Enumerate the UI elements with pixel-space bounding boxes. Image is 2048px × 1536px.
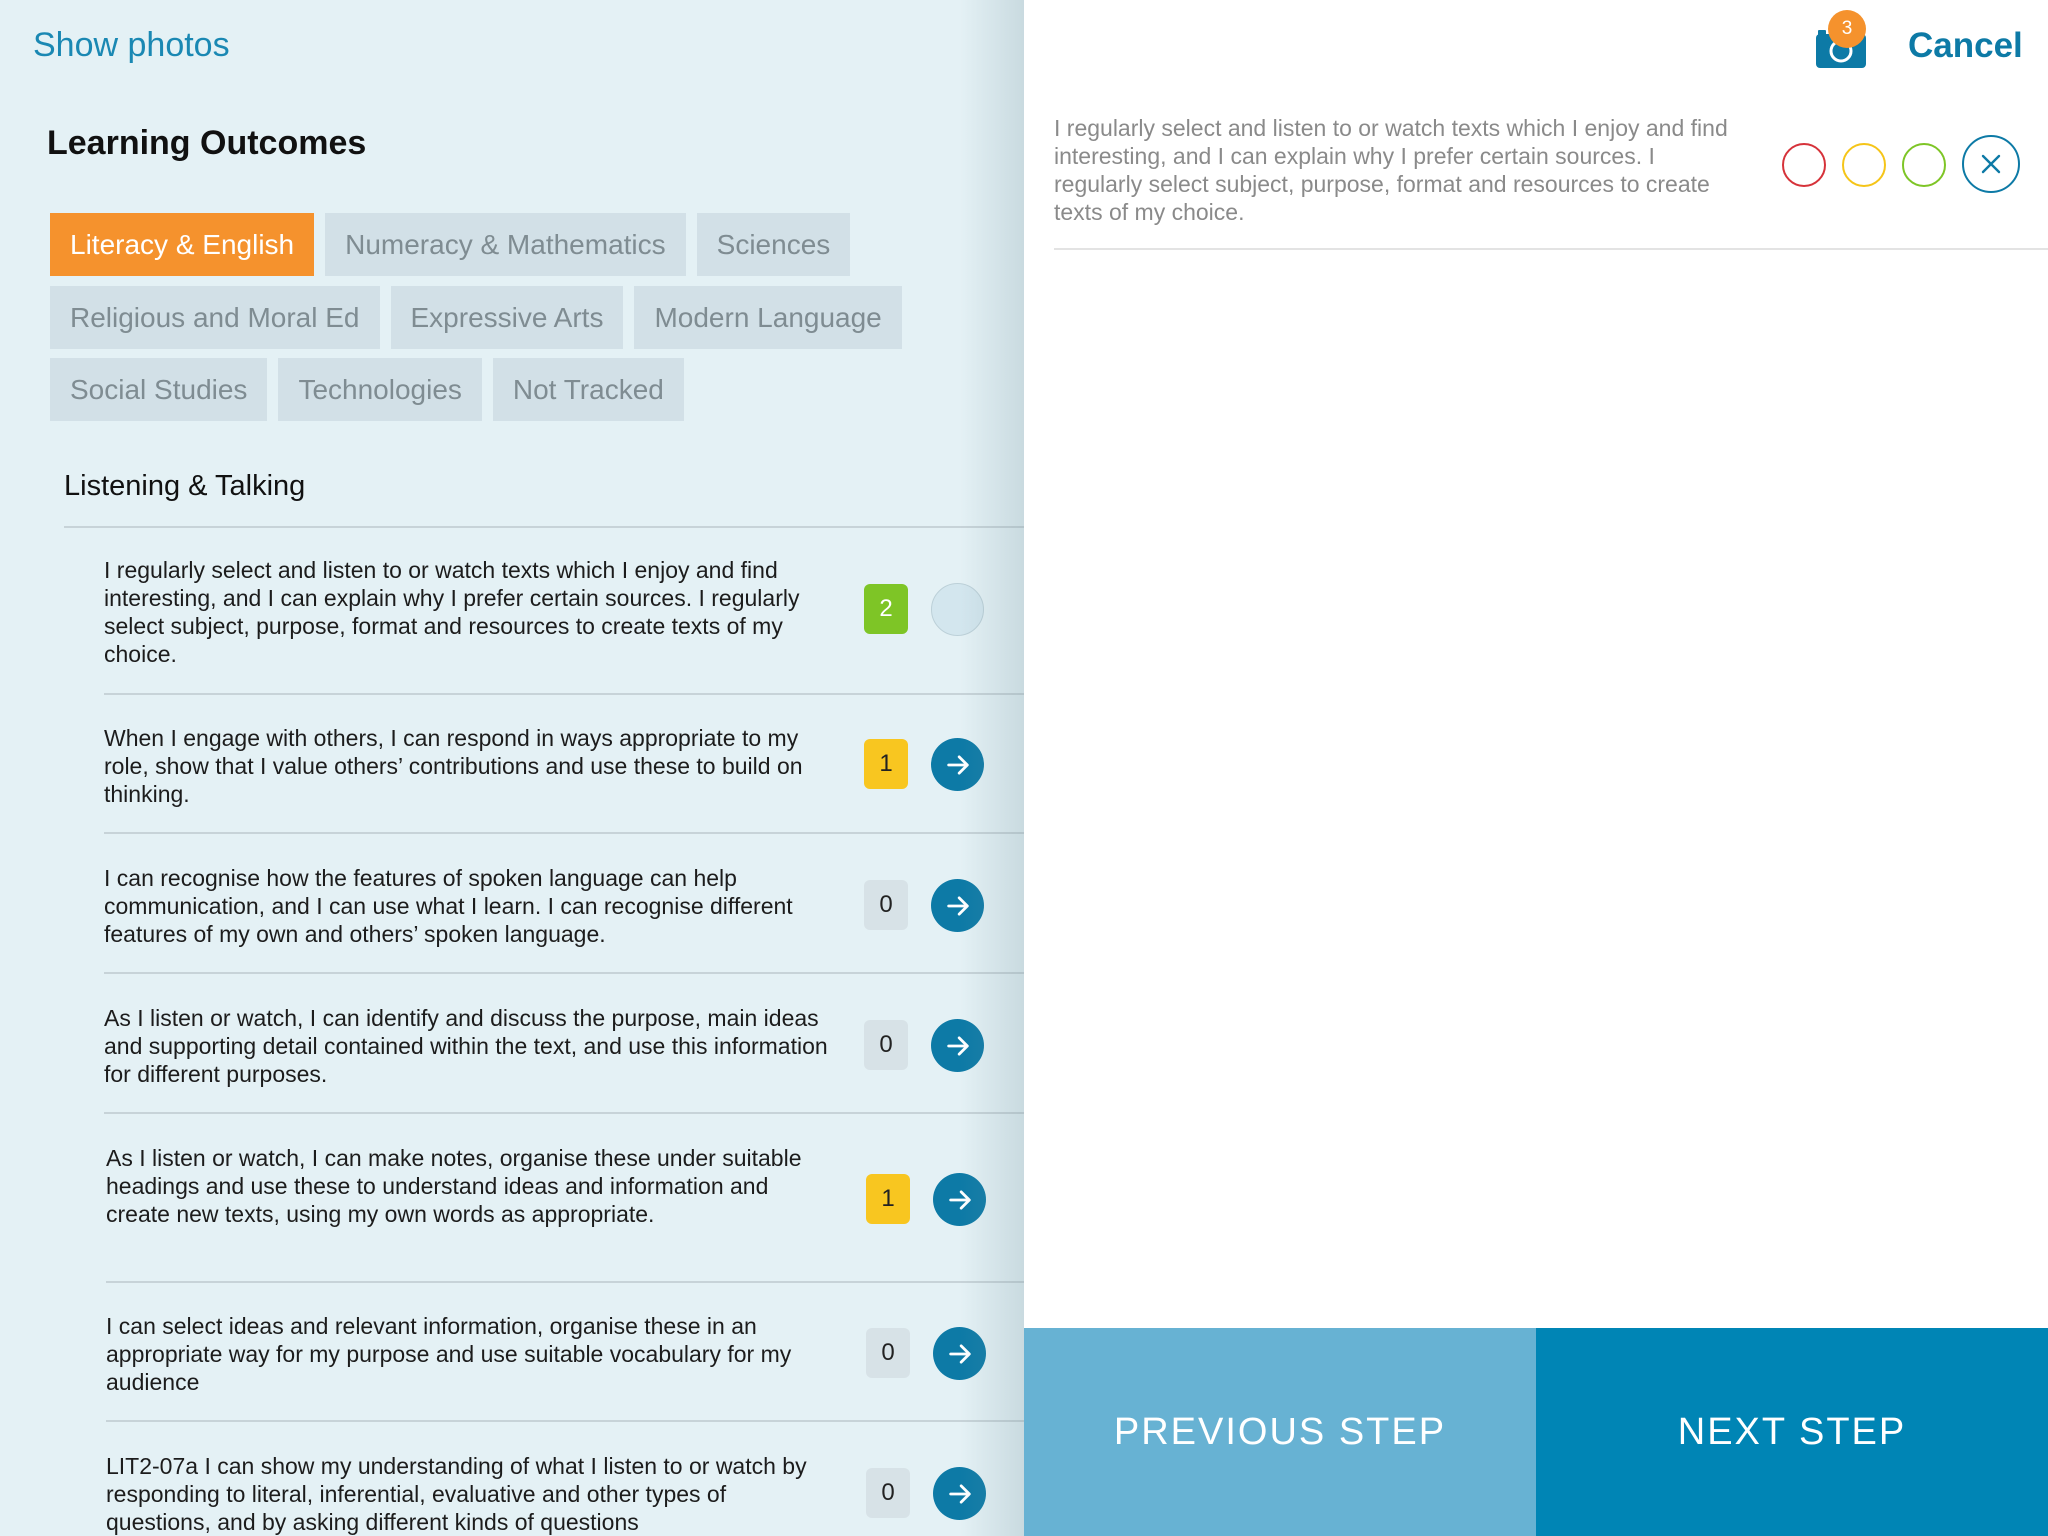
outcome-count-badge: 2 (864, 584, 908, 634)
rating-red-button[interactable] (1782, 143, 1826, 187)
arrow-right-icon[interactable] (933, 1467, 986, 1520)
outcome-count-badge: 0 (866, 1328, 910, 1378)
tab-religious-moral-ed[interactable]: Religious and Moral Ed (50, 286, 380, 349)
show-photos-link[interactable]: Show photos (33, 26, 230, 65)
close-icon (1981, 154, 2001, 174)
arrow-right-icon[interactable] (931, 1019, 984, 1072)
subject-tabs-row-2: Religious and Moral Ed Expressive Arts M… (50, 286, 902, 349)
arrow-right-icon[interactable] (931, 738, 984, 791)
selected-indicator (931, 583, 984, 636)
outcome-text: When I engage with others, I can respond… (104, 725, 803, 807)
detail-divider (1054, 248, 2048, 250)
arrow-right-icon[interactable] (931, 879, 984, 932)
section-divider (64, 526, 1024, 528)
row-divider (104, 693, 1024, 695)
row-divider (104, 972, 1024, 974)
learning-outcomes-pane: Show photos Learning Outcomes Literacy &… (0, 0, 1024, 1536)
tab-social-studies[interactable]: Social Studies (50, 358, 268, 421)
section-title: Listening & Talking (64, 470, 306, 502)
clear-rating-button[interactable] (1962, 135, 2020, 193)
tab-literacy-english[interactable]: Literacy & English (50, 213, 315, 276)
tab-technologies[interactable]: Technologies (278, 358, 482, 421)
outcome-text: LIT2-07a I can show my understanding of … (106, 1453, 807, 1535)
row-divider (104, 832, 1024, 834)
tab-sciences[interactable]: Sciences (696, 213, 851, 276)
subject-tabs-row-3: Social Studies Technologies Not Tracked (50, 358, 684, 421)
rating-yellow-button[interactable] (1842, 143, 1886, 187)
previous-step-button[interactable]: PREVIOUS STEP (1024, 1328, 1536, 1536)
tab-modern-language[interactable]: Modern Language (634, 286, 902, 349)
outcome-count-badge: 0 (866, 1468, 910, 1518)
detail-pane: 3 Cancel I regularly select and listen t… (1024, 0, 2048, 1536)
row-divider (106, 1281, 1024, 1283)
outcome-count-badge: 0 (864, 880, 908, 930)
row-divider (106, 1420, 1024, 1422)
subject-tabs-row-1: Literacy & English Numeracy & Mathematic… (50, 213, 851, 276)
outcome-count-badge: 0 (864, 1020, 908, 1070)
photo-count-badge: 3 (1828, 10, 1866, 48)
outcome-count-badge: 1 (866, 1174, 910, 1224)
tab-numeracy-mathematics[interactable]: Numeracy & Mathematics (325, 213, 686, 276)
arrow-right-icon[interactable] (933, 1173, 986, 1226)
next-step-button[interactable]: NEXT STEP (1536, 1328, 2048, 1536)
tab-not-tracked[interactable]: Not Tracked (492, 358, 684, 421)
tab-expressive-arts[interactable]: Expressive Arts (390, 286, 624, 349)
rating-green-button[interactable] (1902, 143, 1946, 187)
page-title: Learning Outcomes (47, 124, 367, 162)
cancel-button[interactable]: Cancel (1908, 26, 2023, 66)
outcome-text: As I listen or watch, I can make notes, … (106, 1145, 802, 1227)
selected-outcome-text: I regularly select and listen to or watc… (1054, 115, 1728, 225)
arrow-right-icon[interactable] (933, 1327, 986, 1380)
row-divider (104, 1112, 1024, 1114)
outcome-text: I can select ideas and relevant informat… (106, 1313, 792, 1395)
outcome-count-badge: 1 (864, 739, 908, 789)
outcome-text: I regularly select and listen to or watc… (104, 557, 800, 667)
outcome-text: As I listen or watch, I can identify and… (104, 1005, 828, 1087)
outcome-text: I can recognise how the features of spok… (104, 865, 793, 947)
